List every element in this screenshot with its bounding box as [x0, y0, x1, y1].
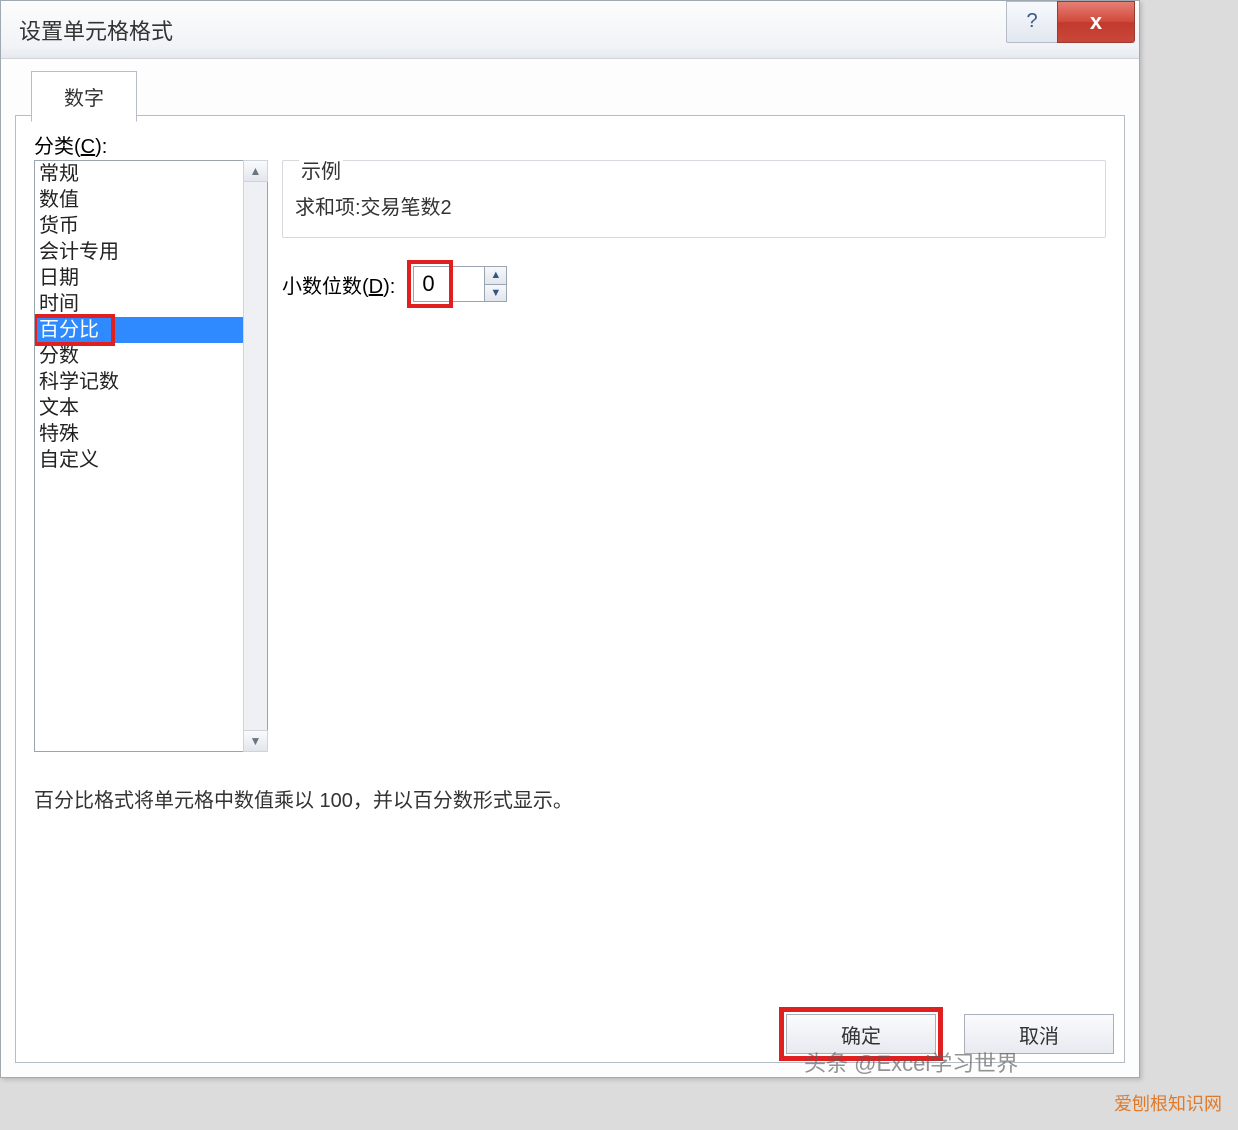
category-list[interactable]: 常规数值货币会计专用日期时间百分比分数科学记数文本特殊自定义 ▲ ▼ — [34, 160, 268, 752]
category-item[interactable]: 会计专用 — [35, 239, 243, 265]
spinner-buttons: ▲ ▼ — [485, 266, 507, 302]
format-options-area: 示例 求和项:交易笔数2 小数位数(D): ▲ ▼ — [282, 160, 1106, 302]
close-icon: x — [1090, 9, 1102, 35]
tab-number[interactable]: 数字 — [31, 71, 137, 122]
tab-number-label: 数字 — [64, 88, 104, 110]
ok-button-label: 确定 — [841, 1020, 881, 1049]
category-item[interactable]: 时间 — [35, 291, 243, 317]
decimal-row: 小数位数(D): ▲ ▼ — [282, 266, 1106, 302]
watermark-text-2: 爱刨根知识网 — [1114, 1090, 1222, 1116]
help-icon: ? — [1026, 10, 1037, 33]
window-controls: ? x — [1007, 1, 1135, 43]
decimal-places-label: 小数位数(D): — [282, 270, 395, 299]
category-item[interactable]: 常规 — [35, 161, 243, 187]
example-value: 求和项:交易笔数2 — [295, 191, 1093, 220]
example-label: 示例 — [299, 155, 343, 184]
dialog-content: 数字 分类(C): 常规数值货币会计专用日期时间百分比分数科学记数文本特殊自定义… — [15, 65, 1125, 1063]
dialog-footer: 确定 取消 — [786, 1014, 1114, 1054]
help-button[interactable]: ? — [1006, 1, 1058, 43]
cancel-button-label: 取消 — [1019, 1020, 1059, 1049]
category-label: 分类(C): — [34, 130, 107, 159]
category-item[interactable]: 数值 — [35, 187, 243, 213]
scroll-track[interactable] — [244, 181, 267, 731]
close-button[interactable]: x — [1057, 1, 1135, 43]
example-box: 示例 求和项:交易笔数2 — [282, 160, 1106, 238]
tabbar: 数字 — [15, 65, 1125, 117]
category-item[interactable]: 文本 — [35, 395, 243, 421]
category-item[interactable]: 科学记数 — [35, 369, 243, 395]
panel-number: 分类(C): 常规数值货币会计专用日期时间百分比分数科学记数文本特殊自定义 ▲ … — [15, 115, 1125, 1063]
category-item[interactable]: 特殊 — [35, 421, 243, 447]
ok-button[interactable]: 确定 — [786, 1014, 936, 1054]
scroll-down-button[interactable]: ▼ — [243, 730, 268, 752]
scrollbar[interactable]: ▲ ▼ — [243, 161, 267, 751]
category-item[interactable]: 日期 — [35, 265, 243, 291]
category-item[interactable]: 分数 — [35, 343, 243, 369]
decimal-places-spinner: ▲ ▼ — [413, 266, 507, 302]
category-item[interactable]: 百分比 — [35, 317, 243, 343]
dialog-title: 设置单元格格式 — [19, 14, 997, 46]
category-item[interactable]: 自定义 — [35, 447, 243, 473]
decimal-places-input[interactable] — [413, 266, 485, 302]
spin-down-button[interactable]: ▼ — [484, 284, 507, 303]
category-item[interactable]: 货币 — [35, 213, 243, 239]
scroll-up-button[interactable]: ▲ — [243, 160, 268, 182]
highlight-box-category — [35, 314, 115, 346]
cancel-button[interactable]: 取消 — [964, 1014, 1114, 1054]
titlebar: 设置单元格格式 ? x — [1, 1, 1139, 59]
format-cells-dialog: 设置单元格格式 ? x 数字 分类(C): 常规数值货币会计专用日期时间百分比分… — [0, 0, 1140, 1078]
format-description: 百分比格式将单元格中数值乘以 100，并以百分数形式显示。 — [34, 784, 573, 813]
spin-up-button[interactable]: ▲ — [484, 266, 507, 285]
